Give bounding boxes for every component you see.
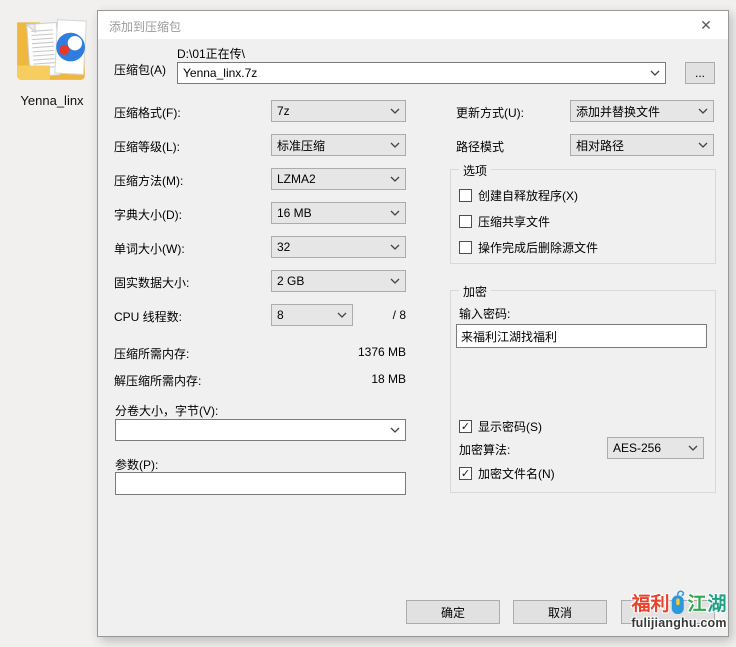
volume-size-label: 分卷大小，字节(V): (115, 402, 218, 419)
chevron-down-icon (390, 210, 400, 216)
checkbox-encrypt-filenames[interactable]: ✓ 加密文件名(N) (459, 465, 555, 482)
archive-label: 压缩包(A) (114, 61, 166, 78)
ok-button[interactable]: 确定 (406, 600, 500, 624)
dictionary-select[interactable]: 16 MB (271, 202, 406, 224)
password-input[interactable]: 来福利江湖找福利 (456, 324, 707, 348)
encryption-group-title: 加密 (459, 283, 491, 300)
checkbox-label: 操作完成后删除源文件 (478, 239, 598, 256)
add-to-archive-dialog: 添加到压缩包 ✕ 压缩包(A) D:\01正在传\ Yenna_linx.7z … (97, 10, 729, 637)
encryption-method-label: 加密算法: (459, 441, 510, 458)
chevron-down-icon (390, 278, 400, 284)
watermark-domain: fulijianghu.com (622, 616, 736, 630)
watermark-brand-hu: 湖 (708, 589, 727, 616)
encryption-group: 加密 输入密码: 来福利江湖找福利 ✓ 显示密码(S) 加密算法: AES-25… (450, 290, 716, 493)
chevron-down-icon (390, 142, 400, 148)
parameters-label: 参数(P): (115, 456, 158, 473)
parameters-input[interactable] (115, 472, 406, 495)
chevron-down-icon (390, 108, 400, 114)
cancel-button-label: 取消 (548, 604, 572, 621)
browse-button-label: ... (695, 66, 705, 80)
password-label: 输入密码: (459, 305, 510, 322)
chevron-down-icon (650, 70, 660, 76)
ok-button-label: 确定 (441, 604, 465, 621)
dialog-titlebar[interactable]: 添加到压缩包 ✕ (98, 11, 728, 39)
memory-decompress-value: 18 MB (271, 372, 406, 386)
update-mode-label: 更新方式(U): (456, 104, 524, 121)
desktop: Yenna_linx 添加到压缩包 ✕ 压缩包(A) D:\01正在传\ Yen… (0, 0, 736, 647)
word-size-value: 32 (277, 240, 290, 254)
folder-icon (13, 8, 91, 86)
path-mode-value: 相对路径 (576, 137, 624, 154)
checkbox-create-sfx[interactable]: 创建自释放程序(X) (459, 187, 578, 204)
checkbox-show-password[interactable]: ✓ 显示密码(S) (459, 418, 542, 435)
checkbox-label: 创建自释放程序(X) (478, 187, 578, 204)
solid-block-value: 2 GB (277, 274, 304, 288)
watermark-brand: 福利 江 湖 (622, 589, 736, 616)
checkbox-icon[interactable]: ✓ (459, 420, 472, 433)
dictionary-label: 字典大小(D): (114, 206, 182, 223)
method-value: LZMA2 (277, 172, 316, 186)
chevron-down-icon (390, 427, 400, 433)
browse-button[interactable]: ... (685, 62, 715, 84)
format-select[interactable]: 7z (271, 100, 406, 122)
solid-block-select[interactable]: 2 GB (271, 270, 406, 292)
path-mode-select[interactable]: 相对路径 (570, 134, 714, 156)
checkbox-label: 压缩共享文件 (478, 213, 550, 230)
chevron-down-icon (390, 244, 400, 250)
format-value: 7z (277, 104, 290, 118)
chevron-down-icon (698, 142, 708, 148)
method-label: 压缩方法(M): (114, 172, 183, 189)
level-label: 压缩等级(L): (114, 138, 180, 155)
volume-size-combobox[interactable] (115, 419, 406, 441)
word-size-select[interactable]: 32 (271, 236, 406, 258)
archive-name-combobox[interactable]: Yenna_linx.7z (177, 62, 666, 84)
level-value: 标准压缩 (277, 137, 325, 154)
checkbox-icon[interactable] (459, 189, 472, 202)
checkbox-shared-files[interactable]: 压缩共享文件 (459, 213, 550, 230)
watermark-brand-jiang: 江 (687, 589, 706, 616)
method-select[interactable]: LZMA2 (271, 168, 406, 190)
memory-compress-value: 1376 MB (271, 345, 406, 359)
checkbox-icon[interactable] (459, 241, 472, 254)
memory-decompress-label: 解压缩所需内存: (114, 372, 201, 389)
encryption-method-select[interactable]: AES-256 (607, 437, 704, 459)
cpu-threads-label: CPU 线程数: (114, 308, 182, 325)
checkbox-delete-after[interactable]: 操作完成后删除源文件 (459, 239, 598, 256)
options-group: 选项 创建自释放程序(X) 压缩共享文件 操作完成后删除源文件 (450, 169, 716, 264)
level-select[interactable]: 标准压缩 (271, 134, 406, 156)
path-mode-label: 路径模式 (456, 138, 504, 155)
checkbox-label: 加密文件名(N) (478, 465, 555, 482)
cancel-button[interactable]: 取消 (513, 600, 607, 624)
checkbox-icon[interactable] (459, 215, 472, 228)
close-icon[interactable]: ✕ (684, 11, 728, 39)
update-mode-value: 添加并替换文件 (576, 103, 660, 120)
update-mode-select[interactable]: 添加并替换文件 (570, 100, 714, 122)
checkbox-label: 显示密码(S) (478, 418, 542, 435)
checkbox-icon[interactable]: ✓ (459, 467, 472, 480)
format-label: 压缩格式(F): (114, 104, 181, 121)
chevron-down-icon (688, 445, 698, 451)
word-size-label: 单词大小(W): (114, 240, 185, 257)
solid-block-label: 固实数据大小: (114, 274, 189, 291)
dialog-title: 添加到压缩包 (109, 18, 181, 35)
cpu-threads-total: / 8 (271, 308, 406, 322)
archive-dir-path: D:\01正在传\ (177, 45, 245, 62)
watermark-brand-left: 福利 (631, 589, 669, 616)
password-value: 来福利江湖找福利 (461, 328, 557, 345)
folder-shortcut[interactable]: Yenna_linx (2, 8, 102, 108)
watermark-logo: 福利 江 湖 fulijianghu.com (622, 589, 736, 630)
mouse-icon (670, 589, 686, 616)
chevron-down-icon (390, 176, 400, 182)
memory-compress-label: 压缩所需内存: (114, 345, 189, 362)
dictionary-value: 16 MB (277, 206, 312, 220)
chevron-down-icon (698, 108, 708, 114)
folder-label: Yenna_linx (2, 93, 102, 108)
archive-name-value: Yenna_linx.7z (183, 66, 257, 80)
encryption-method-value: AES-256 (613, 441, 661, 455)
options-group-title: 选项 (459, 162, 491, 179)
